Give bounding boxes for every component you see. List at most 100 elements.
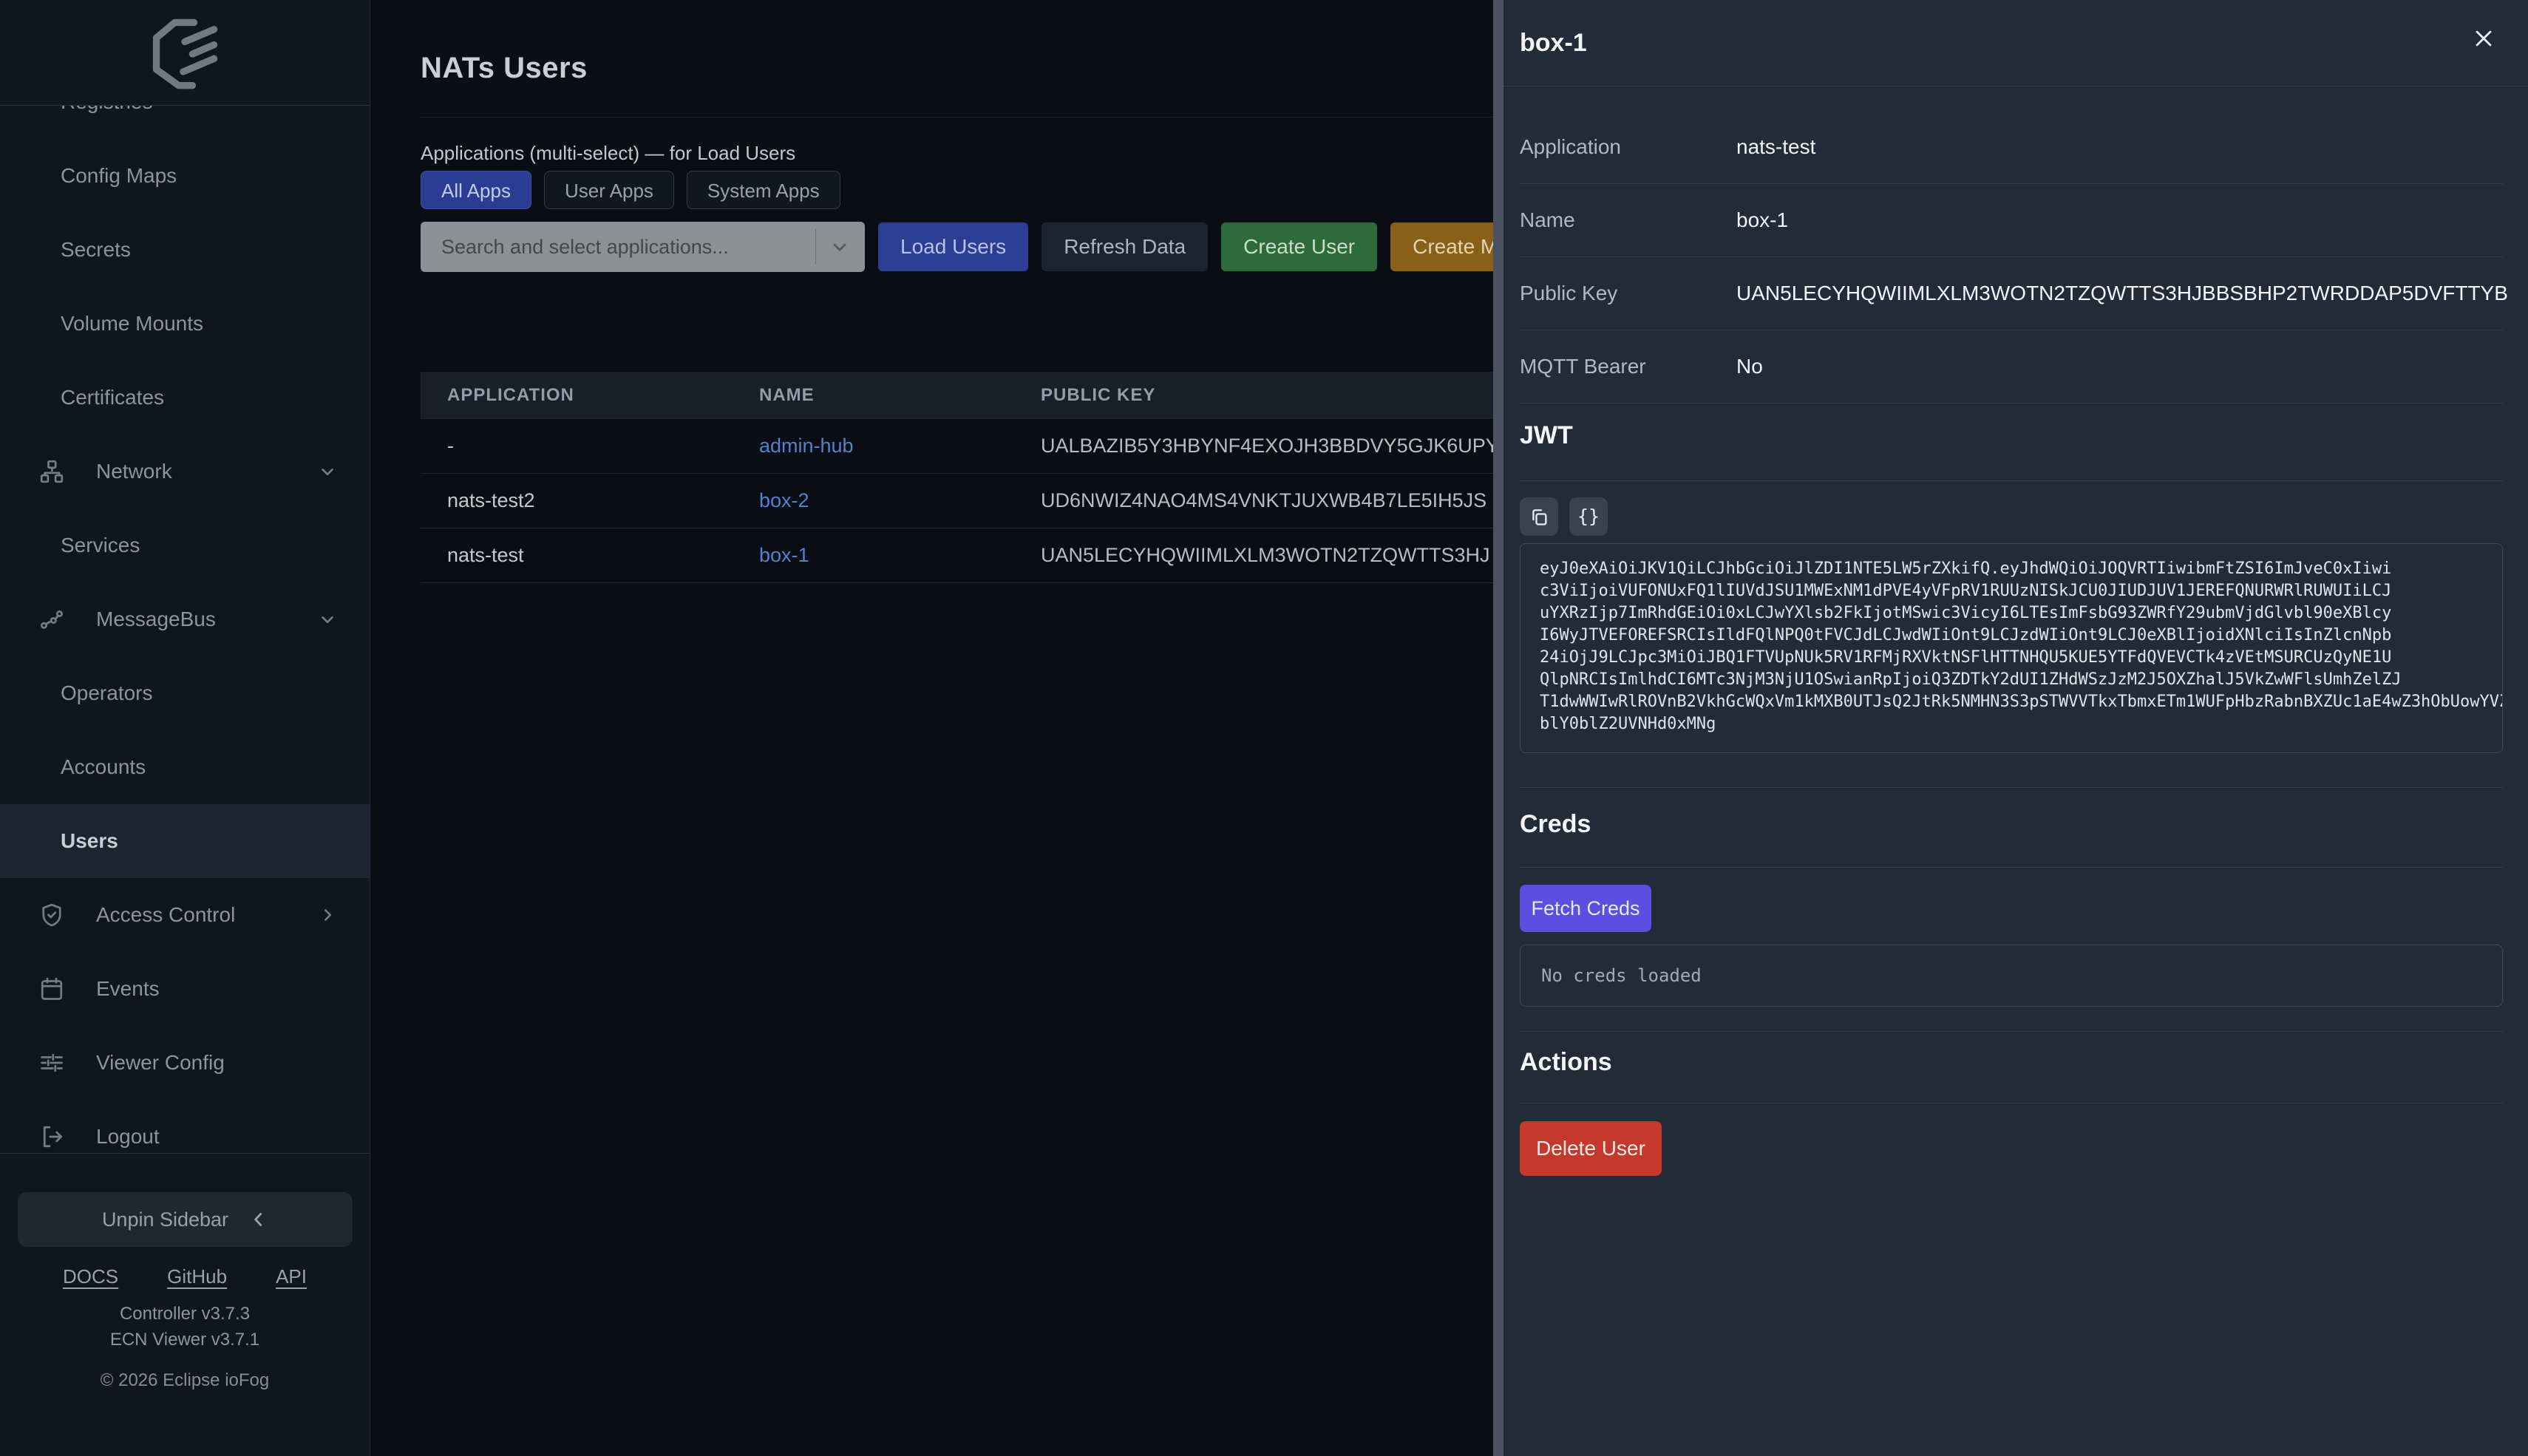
sidebar: RegistriesConfig MapsSecretsVolume Mount… bbox=[0, 0, 370, 1456]
chip-all-apps[interactable]: All Apps bbox=[421, 171, 531, 209]
sidebar-item-label: Accounts bbox=[61, 755, 146, 779]
sidebar-item-certificates[interactable]: Certificates bbox=[0, 361, 370, 435]
sidebar-item-services[interactable]: Services bbox=[0, 508, 370, 582]
creds-divider bbox=[1520, 867, 2503, 868]
sidebar-item-label: Operators bbox=[61, 681, 153, 705]
field-label: Application bbox=[1520, 135, 1736, 159]
field-value: No bbox=[1736, 355, 1763, 378]
select-divider bbox=[815, 229, 816, 265]
field-row-application: Applicationnats-test bbox=[1520, 111, 2503, 184]
sidebar-item-access-control[interactable]: Access Control bbox=[0, 878, 370, 952]
sliders-icon bbox=[38, 1050, 65, 1076]
table-header-row: APPLICATION NAME PUBLIC KEY bbox=[421, 372, 1503, 419]
drawer-header: box-1 bbox=[1503, 0, 2528, 86]
sidebar-item-secrets[interactable]: Secrets bbox=[0, 213, 370, 287]
sidebar-item-viewer-config[interactable]: Viewer Config bbox=[0, 1026, 370, 1100]
github-link[interactable]: GitHub bbox=[167, 1265, 227, 1288]
chip-user-apps[interactable]: User Apps bbox=[544, 171, 674, 209]
chevron-left-icon bbox=[249, 1210, 268, 1229]
table-body: -admin-hubUALBAZIB5Y3HBYNF4EXOJH3BBDVY5G… bbox=[421, 419, 1503, 583]
jwt-token-box[interactable]: eyJ0eXAiOiJKV1QiLCJhbGciOiJlZDI1NTE5LW5r… bbox=[1520, 543, 2503, 753]
field-row-public-key: Public KeyUAN5LECYHQWIIMLXLM3WOTN2TZQWTT… bbox=[1520, 257, 2503, 330]
braces-icon[interactable]: {} bbox=[1569, 497, 1608, 536]
chevron-down-icon[interactable] bbox=[829, 237, 850, 257]
version-info: Controller v3.7.3 ECN Viewer v3.7.1 bbox=[0, 1301, 370, 1353]
sidebar-item-label: MessageBus bbox=[96, 608, 216, 631]
sidebar-item-label: Viewer Config bbox=[96, 1051, 225, 1075]
shield-check-icon bbox=[38, 902, 65, 928]
column-header-application: APPLICATION bbox=[447, 385, 759, 406]
field-value: UAN5LECYHQWIIMLXLM3WOTN2TZQWTTS3HJBBSBHP… bbox=[1736, 282, 2508, 305]
sidebar-item-label: Config Maps bbox=[61, 164, 177, 188]
cell-public-key: UD6NWIZ4NAO4MS4VNKTJUXWB4B7LE5IH5JS bbox=[1041, 489, 1503, 512]
load-users-button[interactable]: Load Users bbox=[878, 222, 1028, 271]
sidebar-item-label: Services bbox=[61, 534, 140, 557]
sidebar-item-accounts[interactable]: Accounts bbox=[0, 730, 370, 804]
user-detail-drawer: box-1 Applicationnats-testNamebox-1Publi… bbox=[1503, 0, 2528, 1456]
refresh-data-button[interactable]: Refresh Data bbox=[1042, 222, 1208, 271]
jwt-divider bbox=[1520, 480, 2503, 481]
drawer-scrollbar[interactable] bbox=[1493, 0, 1503, 1456]
table-row[interactable]: nats-testbox-1UAN5LECYHQWIIMLXLM3WOTN2TZ… bbox=[421, 528, 1503, 583]
create-user-button[interactable]: Create User bbox=[1221, 222, 1377, 271]
user-name-link[interactable]: box-2 bbox=[759, 489, 1041, 512]
users-table: APPLICATION NAME PUBLIC KEY -admin-hubUA… bbox=[421, 372, 1503, 583]
cell-application: nats-test2 bbox=[447, 489, 759, 512]
sidebar-item-label: Volume Mounts bbox=[61, 312, 203, 336]
copyright: © 2026 Eclipse ioFog bbox=[0, 1370, 370, 1391]
close-icon[interactable] bbox=[2466, 21, 2501, 56]
actions-top-divider bbox=[1520, 1031, 2503, 1032]
cell-public-key: UALBAZIB5Y3HBYNF4EXOJH3BBDVY5GJK6UPY bbox=[1041, 435, 1503, 457]
delete-user-button[interactable]: Delete User bbox=[1520, 1121, 1662, 1176]
title-divider bbox=[421, 117, 1494, 118]
sidebar-item-label: Secrets bbox=[61, 238, 131, 262]
applications-filter-label: Applications (multi-select) — for Load U… bbox=[421, 142, 795, 165]
sidebar-item-logout[interactable]: Logout bbox=[0, 1100, 370, 1174]
controller-version: Controller v3.7.3 bbox=[0, 1301, 370, 1327]
chip-system-apps[interactable]: System Apps bbox=[687, 171, 840, 209]
sidebar-item-messagebus[interactable]: MessageBus bbox=[0, 582, 370, 656]
chevron-down-icon bbox=[318, 610, 337, 629]
column-header-public-key: PUBLIC KEY bbox=[1041, 385, 1503, 406]
chevron-down-icon bbox=[318, 462, 337, 481]
field-value: nats-test bbox=[1736, 135, 1815, 159]
sidebar-item-config-maps[interactable]: Config Maps bbox=[0, 139, 370, 213]
viewer-version: ECN Viewer v3.7.1 bbox=[0, 1327, 370, 1353]
application-select[interactable] bbox=[421, 222, 865, 272]
cell-application: nats-test bbox=[447, 544, 759, 567]
sidebar-item-label: Network bbox=[96, 460, 172, 483]
footer-links: DOCS GitHub API bbox=[0, 1265, 370, 1288]
column-header-name: NAME bbox=[759, 385, 1041, 406]
sidebar-item-users[interactable]: Users bbox=[0, 804, 370, 878]
api-link[interactable]: API bbox=[276, 1265, 307, 1288]
user-name-link[interactable]: box-1 bbox=[759, 544, 1041, 567]
copy-icon[interactable] bbox=[1520, 497, 1558, 536]
user-name-link[interactable]: admin-hub bbox=[759, 435, 1041, 457]
sidebar-item-label: Logout bbox=[96, 1125, 160, 1149]
table-row[interactable]: nats-test2box-2UD6NWIZ4NAO4MS4VNKTJUXWB4… bbox=[421, 474, 1503, 528]
application-search-input[interactable] bbox=[421, 222, 865, 272]
sidebar-item-network[interactable]: Network bbox=[0, 435, 370, 508]
sidebar-item-operators[interactable]: Operators bbox=[0, 656, 370, 730]
creds-empty-text: No creds loaded bbox=[1541, 965, 1702, 986]
unpin-sidebar-button[interactable]: Unpin Sidebar bbox=[18, 1192, 353, 1247]
messagebus-icon bbox=[38, 606, 65, 633]
fetch-creds-button[interactable]: Fetch Creds bbox=[1520, 885, 1651, 932]
field-label: Public Key bbox=[1520, 282, 1736, 305]
table-row[interactable]: -admin-hubUALBAZIB5Y3HBYNF4EXOJH3BBDVY5G… bbox=[421, 419, 1503, 474]
sidebar-header bbox=[0, 0, 370, 106]
drawer-title: box-1 bbox=[1520, 29, 1587, 58]
actions-heading: Actions bbox=[1520, 1048, 1612, 1077]
unpin-sidebar-label: Unpin Sidebar bbox=[102, 1208, 228, 1231]
docs-link[interactable]: DOCS bbox=[63, 1265, 118, 1288]
field-label: MQTT Bearer bbox=[1520, 355, 1736, 378]
cell-application: - bbox=[447, 435, 759, 457]
iofog-logo-icon bbox=[146, 14, 223, 91]
sidebar-nav: RegistriesConfig MapsSecretsVolume Mount… bbox=[0, 65, 370, 1174]
search-row: Load Users Refresh Data Create User Crea… bbox=[421, 222, 1575, 272]
sidebar-item-label: Certificates bbox=[61, 386, 164, 409]
sidebar-item-label: Events bbox=[96, 977, 160, 1001]
sidebar-item-events[interactable]: Events bbox=[0, 952, 370, 1026]
field-value: box-1 bbox=[1736, 208, 1788, 232]
sidebar-item-volume-mounts[interactable]: Volume Mounts bbox=[0, 287, 370, 361]
